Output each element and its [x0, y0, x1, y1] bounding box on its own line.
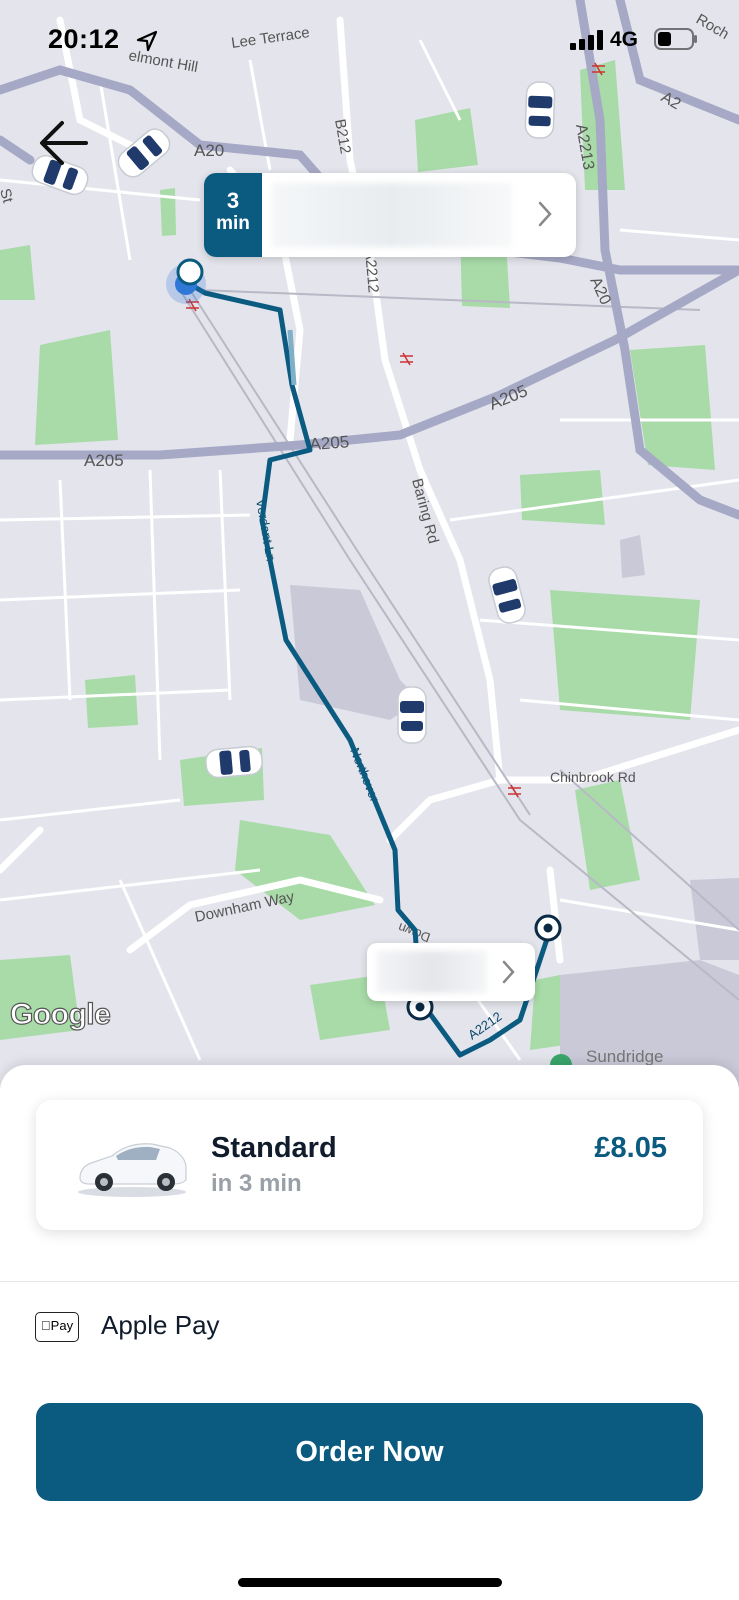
home-indicator[interactable]: [238, 1578, 502, 1587]
eta-badge: 3 min: [204, 173, 262, 257]
minor-road: [619, 228, 739, 242]
road-label: A2212: [465, 1009, 504, 1043]
payment-method-row[interactable]: Pay Apple Pay: [0, 1282, 739, 1382]
rail-station-icon: [508, 784, 521, 798]
chevron-right-icon: [502, 960, 515, 984]
rail-line: [189, 289, 531, 816]
park-area: [35, 330, 118, 445]
signal-bars-icon: [570, 30, 603, 50]
minor-road: [58, 479, 72, 701]
eta-unit: min: [216, 213, 250, 234]
status-time: 20:12: [48, 24, 120, 54]
ride-price: £8.05: [594, 1132, 667, 1164]
road-label: A20: [194, 141, 224, 160]
park-area: [520, 470, 605, 525]
map-canvas: Lee Terrace elmont Hill A20 B212 A2212 A…: [0, 0, 739, 1090]
road-label: St: [0, 187, 16, 206]
minor-road: [218, 469, 232, 701]
park-area: [550, 590, 700, 720]
map-view[interactable]: Lee Terrace elmont Hill A20 B212 A2212 A…: [0, 0, 739, 1090]
eta-value: 3: [226, 188, 240, 213]
minor-road: [148, 469, 162, 761]
google-logo: Google: [9, 997, 111, 1031]
minor-road: [0, 513, 251, 522]
minor-road: [0, 798, 181, 822]
road-local: [0, 826, 44, 874]
payment-method-label: Apple Pay: [101, 1310, 220, 1340]
taxi-car-icon: [397, 686, 427, 744]
rail-station-icon: [400, 352, 413, 366]
road-local: [386, 776, 504, 844]
road-label: A205: [309, 432, 350, 454]
network-type: 4G: [610, 28, 639, 51]
pickup-pin-icon: [176, 258, 204, 286]
road-major: [0, 135, 35, 165]
road-label: Sundridge: [586, 1047, 664, 1066]
booking-sheet: Standard in 3 min £8.05 Pay Apple Pay O…: [0, 1065, 739, 1600]
road-label: Chinbrook Rd: [550, 769, 636, 785]
location-arrow-icon: [136, 30, 158, 52]
taxi-car-icon: [524, 81, 556, 139]
taxi-car-icon: [488, 566, 526, 624]
back-arrow-icon: [40, 121, 88, 165]
road-downham-way: [126, 876, 384, 954]
pickup-eta-card[interactable]: 3 min: [204, 173, 576, 257]
taxi-car-icon: [205, 745, 263, 779]
park-area: [415, 108, 478, 172]
pickup-address-redacted: [272, 183, 512, 247]
ride-type-name: Standard: [211, 1132, 337, 1164]
minor-road: [0, 588, 241, 602]
ride-option-standard[interactable]: Standard in 3 min £8.05: [36, 1100, 703, 1230]
back-button[interactable]: [36, 115, 96, 171]
park-area: [85, 675, 138, 728]
chevron-right-icon: [538, 201, 552, 227]
road-label: A205: [84, 451, 124, 470]
status-bar: 20:12 4G: [0, 0, 739, 80]
taxi-car-icon: [117, 128, 171, 178]
apple-pay-icon: Pay: [35, 1312, 79, 1342]
destination-address-redacted: [377, 951, 487, 993]
industrial-area: [690, 878, 739, 960]
park-area: [0, 245, 35, 300]
order-now-button[interactable]: Order Now: [36, 1403, 703, 1501]
industrial-area: [620, 535, 645, 578]
car-image: [78, 1143, 187, 1197]
battery-icon: [654, 28, 697, 50]
ride-eta: in 3 min: [211, 1170, 302, 1197]
park-area: [530, 975, 565, 1050]
destination-card[interactable]: [367, 943, 535, 1001]
